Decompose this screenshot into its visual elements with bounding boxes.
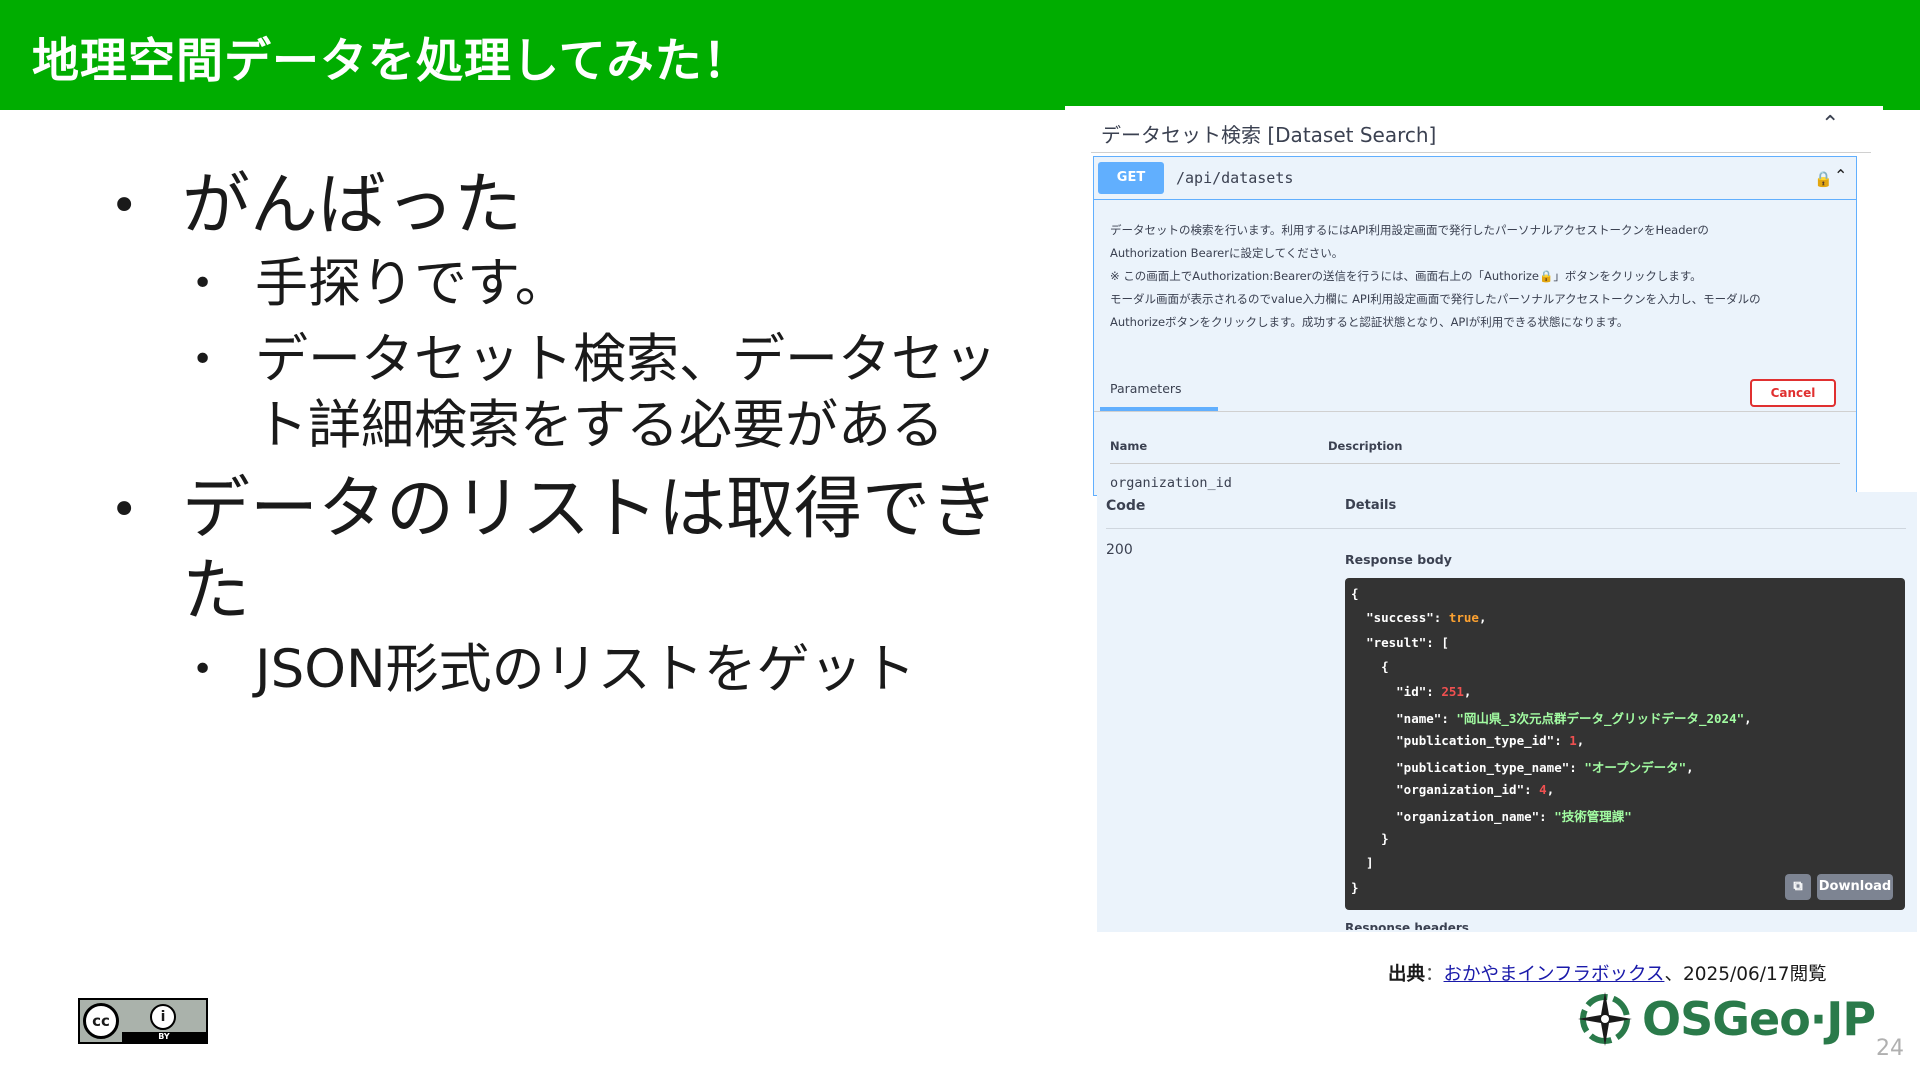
osgeo-jp-logo: OSGeo·JP [1574, 988, 1876, 1056]
operation-path: /api/datasets [1176, 169, 1294, 187]
lock-icon[interactable]: 🔒 [1814, 170, 1833, 188]
description-line: Authorization Bearerに設定してください。 [1110, 246, 1344, 260]
json-value: "技術管理課" [1554, 809, 1632, 824]
citation: 出典：おかやまインフラボックス、2025/06/17閲覧 [1388, 960, 1827, 986]
tab-parameters[interactable]: Parameters [1100, 377, 1218, 411]
column-header-details: Details [1345, 498, 1397, 513]
cc-icon: cc [83, 1003, 119, 1039]
chevron-up-icon[interactable]: ⌃ [1834, 166, 1847, 185]
json-key: "success" [1366, 610, 1434, 625]
cc-by-license-badge[interactable]: cc i BY [78, 998, 208, 1044]
sub-bullet-line: ト詳細検索をする必要がある [255, 395, 944, 456]
bullet-item: データのリストは取得できた [110, 469, 1050, 633]
description-line: Authorizeボタンをクリックします。成功すると認証状態となり、APIが利用… [1110, 315, 1629, 329]
bullet-list: がんばった 手探りです。 データセット検索、データセッ ト詳細検索をする必要があ… [110, 165, 1050, 713]
download-button[interactable]: Download [1817, 874, 1893, 900]
slide-title: 地理空間データを処理してみた！ [32, 34, 751, 89]
sub-bullet-line: データセット検索、データセッ [255, 329, 997, 390]
json-value: "岡山県_3次元点群データ_グリッドデータ_2024" [1456, 711, 1745, 726]
json-key: "id" [1396, 684, 1427, 699]
swagger-request-screenshot: データセット検索 [Dataset Search] ⌃ GET /api/dat… [1065, 106, 1883, 496]
divider [1091, 152, 1871, 153]
sub-bullet-item: データセット検索、データセッ ト詳細検索をする必要がある [110, 327, 1050, 459]
json-value: "オープンデータ" [1584, 760, 1687, 775]
tab-label: Parameters [1110, 381, 1182, 396]
compass-icon [1578, 992, 1632, 1046]
description-line: ※ この画面上でAuthorization:Bearerの送信を行うには、画面右… [1110, 269, 1702, 283]
json-key: "publication_type_id" [1396, 733, 1555, 748]
response-code: 200 [1106, 542, 1133, 558]
response-body-label: Response body [1345, 552, 1452, 567]
bullet-item: がんばった [110, 165, 1050, 247]
column-header-code: Code [1106, 498, 1146, 514]
copy-icon[interactable]: ⧉ [1785, 874, 1811, 900]
section-title[interactable]: データセット検索 [Dataset Search] [1101, 119, 1436, 148]
sub-bullet-item: JSON形式のリストをゲット [110, 637, 1050, 703]
divider [1094, 411, 1856, 412]
json-key: "result" [1366, 635, 1427, 650]
citation-date: 、2025/06/17閲覧 [1664, 964, 1827, 985]
person-icon: i [150, 1004, 176, 1030]
sub-bullet-item: 手探りです。 [110, 251, 1050, 317]
page-number: 24 [1876, 1036, 1904, 1061]
citation-link[interactable]: おかやまインフラボックス [1444, 964, 1665, 985]
swagger-response-screenshot: Code Details 200 Response body { "succes… [1097, 492, 1917, 932]
citation-label: 出典 [1388, 964, 1426, 985]
json-value: true [1448, 610, 1479, 625]
operation-block: GET /api/datasets 🔒 ⌃ データセットの検索を行います。利用す… [1093, 156, 1857, 496]
response-body-code[interactable]: { "success": true, "result": [ { "id": 2… [1345, 578, 1905, 910]
operation-summary[interactable]: GET /api/datasets 🔒 ⌃ [1094, 157, 1856, 200]
method-badge: GET [1098, 162, 1164, 194]
json-key: "organization_id" [1396, 782, 1525, 797]
description-line: モーダル画面が表示されるのでvalue入力欄に API利用設定画面で発行したパー… [1110, 292, 1761, 306]
logo-text: OSGeo·JP [1642, 992, 1876, 1046]
description-line: データセットの検索を行います。利用するにはAPI利用設定画面で発行したパーソナル… [1110, 223, 1709, 237]
cancel-button[interactable]: Cancel [1750, 379, 1836, 407]
chevron-up-icon[interactable]: ⌃ [1821, 112, 1839, 137]
response-headers-label: Response headers [1345, 921, 1469, 930]
divider [1110, 463, 1840, 464]
column-header-description: Description [1328, 439, 1403, 453]
json-key: "publication_type_name" [1396, 760, 1570, 775]
by-label: BY [122, 1032, 206, 1042]
slide-header: 地理空間データを処理してみた！ [0, 0, 1920, 110]
param-name: organization_id [1110, 475, 1232, 491]
json-value: 251 [1441, 684, 1464, 699]
json-value: 1 [1569, 733, 1577, 748]
divider [1106, 528, 1906, 529]
citation-separator: ： [1425, 964, 1444, 985]
json-value: 4 [1539, 782, 1547, 797]
json-key: "name" [1396, 711, 1442, 726]
column-header-name: Name [1110, 439, 1148, 453]
json-key: "organization_name" [1396, 809, 1540, 824]
operation-description: データセットの検索を行います。利用するにはAPI利用設定画面で発行したパーソナル… [1110, 219, 1840, 334]
